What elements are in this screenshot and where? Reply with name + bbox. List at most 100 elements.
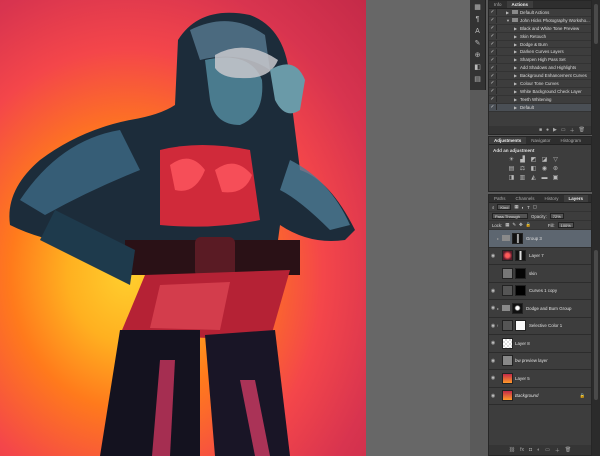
- check-icon[interactable]: ✓: [489, 17, 496, 23]
- action-row-selected[interactable]: ✓ ▶ Default: [489, 103, 591, 112]
- action-row[interactable]: ✓ ▶ Darken Curves Layers: [489, 48, 591, 57]
- levels-icon[interactable]: ▟: [518, 156, 527, 163]
- layer-row-dodge-burn-group[interactable]: ◉ ▸ Dodge and Burn Group: [489, 300, 591, 318]
- tab-adjustments[interactable]: Adjustments: [489, 137, 527, 144]
- tab-actions[interactable]: Actions: [506, 1, 534, 8]
- check-icon[interactable]: ✓: [489, 73, 496, 79]
- tab-channels[interactable]: Channels: [511, 195, 540, 202]
- stop-icon[interactable]: ■: [539, 127, 542, 133]
- curves-icon[interactable]: ◩: [529, 156, 538, 163]
- add-mask-icon[interactable]: ◘: [529, 447, 532, 453]
- action-set-row[interactable]: ✓ ▶ Default Actions: [489, 9, 591, 17]
- tab-history[interactable]: History: [540, 195, 564, 202]
- check-icon[interactable]: ✓: [489, 96, 496, 102]
- layer-thumbnail[interactable]: [502, 355, 513, 367]
- document-canvas[interactable]: [0, 0, 366, 456]
- adjust-filter-icon[interactable]: ◐: [521, 205, 524, 210]
- link-layers-icon[interactable]: ⛓: [509, 447, 515, 453]
- curves-adjustment-icon[interactable]: [502, 285, 513, 297]
- dialog-toggle[interactable]: [496, 41, 503, 47]
- tab-paths[interactable]: Paths: [489, 195, 511, 202]
- dialog-toggle[interactable]: [496, 104, 503, 111]
- layer-mask-thumbnail[interactable]: [515, 250, 526, 262]
- layer-row-selective-color[interactable]: ◉ f Selective Color 1: [489, 318, 591, 335]
- action-row[interactable]: ✓ ▶ Colour Tone Curves: [489, 80, 591, 88]
- eye-icon[interactable]: ◉: [489, 323, 497, 329]
- layer-mask-thumbnail[interactable]: [512, 232, 523, 244]
- layer-mask-thumbnail[interactable]: [515, 267, 526, 279]
- layer-style-icon[interactable]: fx: [520, 447, 524, 453]
- filter-kind-select[interactable]: Kind: [497, 204, 512, 210]
- check-icon[interactable]: ✓: [489, 49, 496, 55]
- check-icon[interactable]: ✓: [489, 33, 496, 39]
- tab-histogram[interactable]: Histogram: [556, 137, 587, 144]
- swatches-icon[interactable]: ▤: [472, 74, 484, 84]
- action-row[interactable]: ✓ ▶ Background Enhancement Curves: [489, 72, 591, 81]
- layer-thumbnail[interactable]: [502, 267, 513, 279]
- dialog-toggle[interactable]: [496, 17, 503, 24]
- layer-row-layer-8[interactable]: ◉ Layer 8: [489, 335, 591, 353]
- blend-mode-select[interactable]: Pass Through: [492, 213, 528, 219]
- check-icon[interactable]: ✓: [489, 88, 496, 94]
- eye-icon[interactable]: ◉: [489, 305, 497, 311]
- posterize-icon[interactable]: ▥: [518, 174, 527, 181]
- tab-navigator[interactable]: Navigator: [526, 137, 555, 144]
- new-layer-icon[interactable]: ＋: [555, 447, 560, 454]
- action-set-row[interactable]: ✓ ▼ John Hicks Photography Worksho...: [489, 17, 591, 25]
- dialog-toggle[interactable]: [496, 25, 503, 32]
- layer-row-background[interactable]: ◉ Background 🔒: [489, 388, 591, 405]
- dialog-toggle[interactable]: [496, 33, 503, 40]
- actions-scrollbar[interactable]: [594, 4, 598, 44]
- layers-scrollbar[interactable]: [594, 250, 598, 400]
- channel-mixer-icon[interactable]: ⊛: [551, 165, 560, 172]
- threshold-icon[interactable]: ◭: [529, 174, 538, 181]
- opacity-input[interactable]: 72%: [549, 213, 564, 219]
- layer-mask-thumbnail[interactable]: [515, 320, 526, 332]
- layer-thumbnail[interactable]: [502, 337, 513, 349]
- check-icon[interactable]: ✓: [489, 25, 496, 31]
- tab-layers[interactable]: Layers: [563, 195, 589, 202]
- new-set-icon[interactable]: ▭: [561, 127, 566, 133]
- character-icon[interactable]: A: [472, 26, 484, 36]
- trash-icon[interactable]: 🗑: [565, 447, 571, 453]
- layer-row-group-3[interactable]: ▸ Group 3: [489, 230, 591, 248]
- layer-mask-thumbnail[interactable]: [512, 302, 523, 314]
- layer-comps-icon[interactable]: ▦: [472, 2, 484, 12]
- eye-icon[interactable]: ◉: [489, 393, 497, 399]
- paragraph-icon[interactable]: ¶: [472, 14, 484, 24]
- new-adjustment-icon[interactable]: ◐: [537, 447, 540, 453]
- clone-source-icon[interactable]: ⊕: [472, 50, 484, 60]
- selective-color-adjustment-icon[interactable]: [502, 320, 513, 332]
- dialog-toggle[interactable]: [496, 9, 503, 16]
- selective-color-icon[interactable]: ▣: [551, 174, 560, 181]
- lock-paint-icon[interactable]: ✎: [512, 222, 516, 228]
- check-icon[interactable]: ✓: [489, 9, 496, 15]
- layer-mask-thumbnail[interactable]: [515, 285, 526, 297]
- invert-icon[interactable]: ◨: [507, 174, 516, 181]
- tab-info[interactable]: Info: [489, 1, 507, 8]
- exposure-icon[interactable]: ◪: [540, 156, 549, 163]
- action-row[interactable]: ✓ ▶ Skin Retouch: [489, 33, 591, 41]
- photo-filter-icon[interactable]: ◉: [540, 165, 549, 172]
- color-balance-icon[interactable]: ⚖: [518, 165, 527, 172]
- layer-row-layer-5[interactable]: ◉ Layer 5: [489, 370, 591, 388]
- hue-saturation-icon[interactable]: ▤: [507, 165, 516, 172]
- action-row[interactable]: ✓ ▶ Black and White Tone Preview: [489, 25, 591, 33]
- pixel-filter-icon[interactable]: ▦: [514, 204, 518, 210]
- eye-icon[interactable]: ◉: [489, 253, 497, 259]
- trash-icon[interactable]: 🗑: [579, 127, 585, 133]
- action-row[interactable]: ✓ ▶ Sharpen High Pass Set: [489, 56, 591, 65]
- dialog-toggle[interactable]: [496, 96, 503, 103]
- check-icon[interactable]: ✓: [489, 41, 496, 47]
- action-row[interactable]: ✓ ▶ Dodge & Burn: [489, 41, 591, 49]
- lock-pixels-icon[interactable]: ▦: [505, 222, 509, 228]
- layer-thumbnail[interactable]: [502, 372, 513, 384]
- brush-icon[interactable]: ✎: [472, 38, 484, 48]
- dialog-toggle[interactable]: [496, 56, 503, 63]
- layer-row-skin[interactable]: skin: [489, 265, 591, 283]
- layer-row-bw-preview[interactable]: ◉ bw preview layer: [489, 353, 591, 370]
- play-icon[interactable]: ▶: [553, 127, 557, 133]
- dialog-toggle[interactable]: [496, 48, 503, 55]
- layer-row-curves-copy[interactable]: ◉ Curves 1 copy: [489, 283, 591, 300]
- action-row[interactable]: ✓ ▶ Add Shadows and Highlights: [489, 64, 591, 73]
